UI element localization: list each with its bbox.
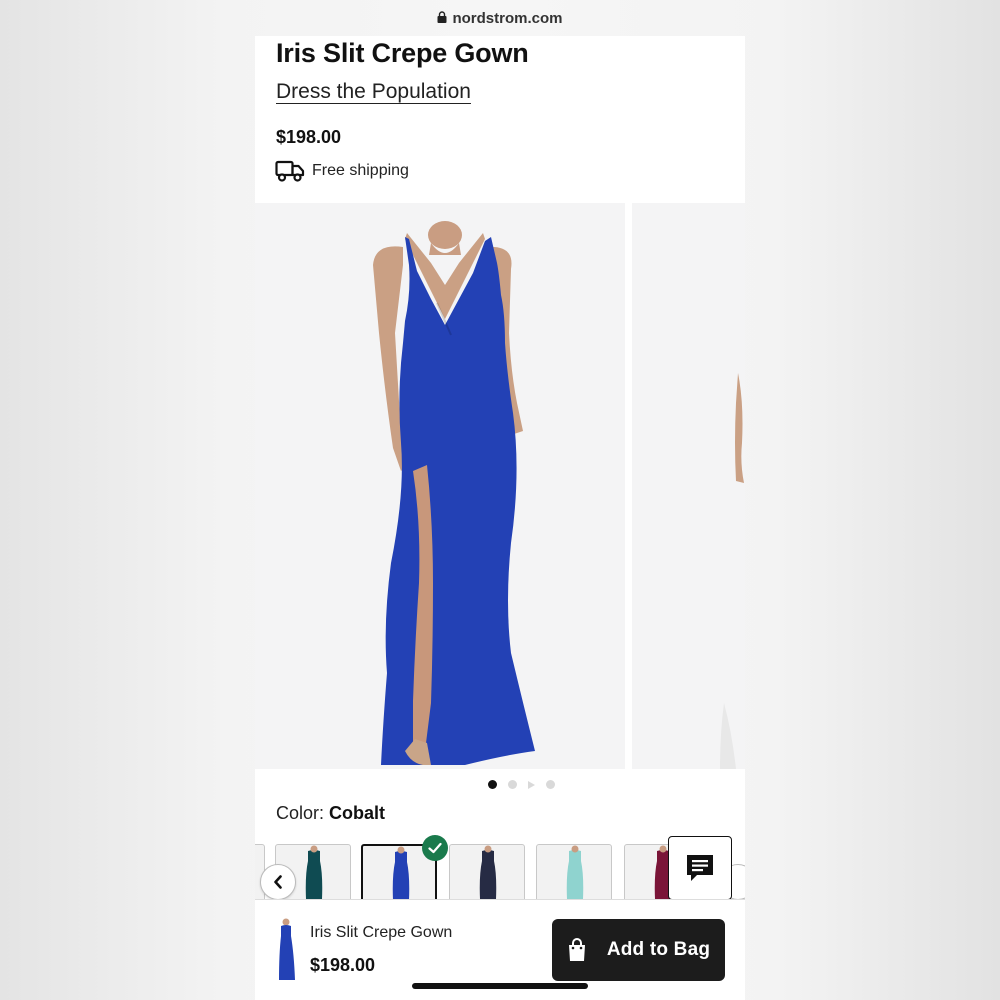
shipping-info: Free shipping	[275, 160, 409, 182]
swatch-prev-button[interactable]	[260, 864, 296, 900]
truck-icon	[275, 160, 305, 182]
dress-photo-partial	[720, 373, 744, 769]
chat-button[interactable]	[668, 836, 732, 900]
page-dot-active[interactable]	[487, 780, 497, 789]
color-label: Color:	[276, 803, 325, 823]
color-swatch-mint[interactable]	[536, 844, 612, 900]
bottom-product-price: $198.00	[310, 955, 376, 975]
add-to-bag-label: Add to Bag	[606, 939, 711, 960]
page-dot[interactable]	[507, 780, 517, 789]
url-text: nordstrom.com	[452, 9, 563, 27]
dress-photo	[373, 221, 535, 765]
next-product-image[interactable]	[632, 203, 745, 769]
gallery-pagination[interactable]	[255, 780, 745, 789]
color-swatch-navy[interactable]	[449, 844, 525, 900]
chat-icon	[687, 855, 713, 881]
selected-check-badge	[422, 835, 448, 861]
product-image[interactable]	[255, 203, 625, 769]
color-selector-label: Color: Cobalt	[276, 803, 385, 824]
add-to-bag-button[interactable]: Add to Bag	[552, 919, 725, 981]
page-dot[interactable]	[545, 780, 555, 789]
lock-icon	[437, 11, 447, 23]
chevron-left-icon	[274, 875, 282, 889]
product-page: Iris Slit Crepe Gown Dress the Populatio…	[255, 36, 745, 1000]
product-price: $198.00	[276, 127, 342, 147]
shopping-bag-icon	[568, 938, 585, 961]
address-bar[interactable]: nordstrom.com	[0, 0, 1000, 36]
checkmark-icon	[428, 842, 442, 854]
video-play-icon[interactable]	[527, 780, 535, 789]
shipping-label: Free shipping	[312, 162, 409, 179]
bottom-product-name: Iris Slit Crepe Gown	[310, 924, 453, 941]
home-indicator	[412, 983, 588, 989]
product-title: Iris Slit Crepe Gown	[276, 38, 529, 68]
brand-link[interactable]: Dress the Population	[276, 80, 471, 104]
product-thumbnail	[279, 918, 295, 980]
image-gallery[interactable]	[255, 203, 745, 769]
selected-color: Cobalt	[329, 803, 386, 823]
